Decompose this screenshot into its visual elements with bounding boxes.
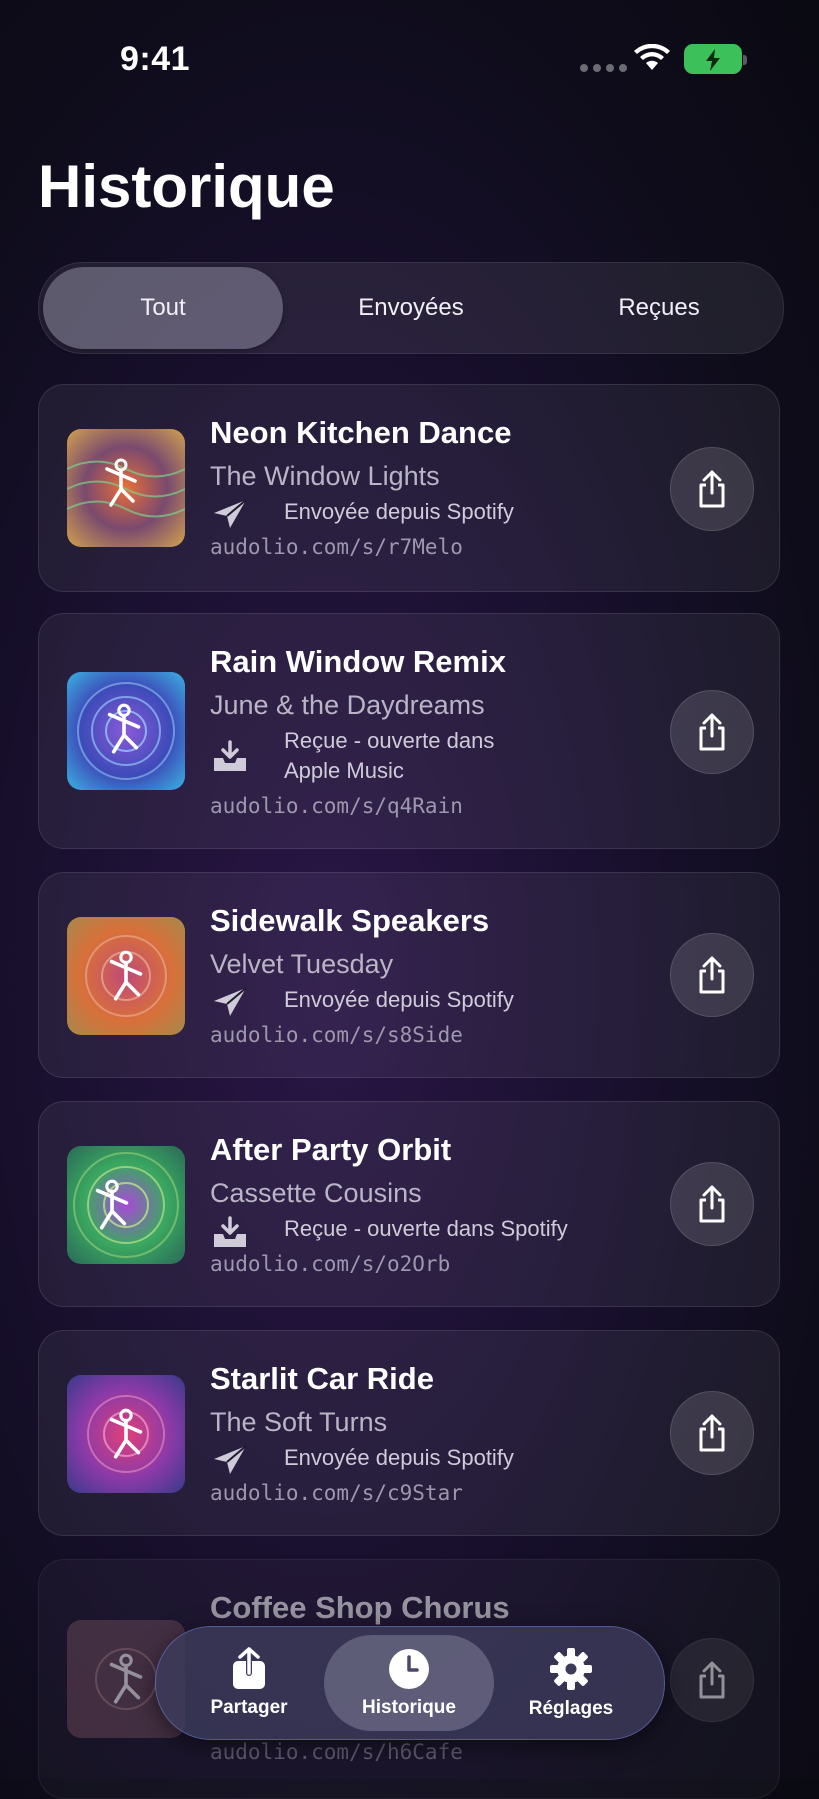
- share-icon: [694, 712, 730, 752]
- song-title: Neon Kitchen Dance: [210, 415, 512, 450]
- song-title: Coffee Shop Chorus: [210, 1590, 510, 1625]
- paper-plane-icon: [210, 497, 250, 531]
- page-title: Historique: [38, 153, 335, 220]
- album-art: [67, 429, 185, 547]
- artist-name: The Soft Turns: [210, 1407, 388, 1437]
- share-icon: [694, 1184, 730, 1224]
- tab-label: Réglages: [528, 1698, 614, 1719]
- list-item[interactable]: After Party Orbit Cassette Cousins Reçue…: [38, 1101, 780, 1307]
- share-link[interactable]: audolio.com/s/s8Side: [210, 1023, 463, 1047]
- share-icon: [694, 469, 730, 509]
- share-icon: [233, 1647, 265, 1689]
- tab-bar: Partager Historique Réglages: [155, 1626, 665, 1740]
- artist-name: June & the Daydreams: [210, 690, 485, 720]
- share-link[interactable]: audolio.com/s/r7Melo: [210, 535, 463, 559]
- share-icon: [694, 955, 730, 995]
- inbox-download-icon: [210, 1216, 250, 1250]
- song-title: After Party Orbit: [210, 1132, 452, 1167]
- album-art: [67, 917, 185, 1035]
- segment-received[interactable]: Reçues: [539, 267, 779, 349]
- share-link[interactable]: audolio.com/s/h6Cafe: [210, 1740, 463, 1764]
- clock-icon: [389, 1649, 429, 1689]
- artist-name: Velvet Tuesday: [210, 949, 394, 979]
- song-title: Sidewalk Speakers: [210, 903, 490, 938]
- share-button[interactable]: [670, 933, 754, 1017]
- artist-name: The Window Lights: [210, 461, 440, 491]
- status-time: 9:41: [120, 40, 191, 78]
- list-item[interactable]: Neon Kitchen Dance The Window Lights Env…: [38, 384, 780, 592]
- battery-icon: [684, 44, 747, 74]
- share-status: Envoyée depuis Spotify: [284, 499, 514, 524]
- share-status: Envoyée depuis Spotify: [284, 987, 514, 1012]
- inbox-download-icon: [210, 740, 250, 774]
- share-icon: [694, 1660, 730, 1700]
- gear-icon: [550, 1648, 592, 1690]
- share-button[interactable]: [670, 1162, 754, 1246]
- list-item[interactable]: Starlit Car Ride The Soft Turns Envoyée …: [38, 1330, 780, 1536]
- list-item[interactable]: Sidewalk Speakers Velvet Tuesday Envoyée…: [38, 872, 780, 1078]
- wifi-icon: [634, 44, 670, 70]
- share-status: Reçue - ouverte dans Apple Music: [284, 726, 494, 786]
- album-art: [67, 1146, 185, 1264]
- tab-label: Partager: [210, 1697, 288, 1718]
- artist-name: Cassette Cousins: [210, 1178, 422, 1208]
- cellular-signal-icon: [580, 64, 627, 72]
- share-icon: [694, 1413, 730, 1453]
- tab-history[interactable]: Historique: [324, 1635, 494, 1731]
- share-link[interactable]: audolio.com/s/o2Orb: [210, 1252, 450, 1276]
- share-button[interactable]: [670, 690, 754, 774]
- list-item[interactable]: Rain Window Remix June & the Daydreams R…: [38, 613, 780, 849]
- share-button[interactable]: [670, 1391, 754, 1475]
- segment-sent[interactable]: Envoyées: [291, 267, 531, 349]
- filter-segmented-control: Tout Envoyées Reçues: [38, 262, 784, 354]
- paper-plane-icon: [210, 985, 250, 1019]
- song-title: Rain Window Remix: [210, 644, 506, 679]
- share-status-line: Apple Music: [284, 758, 404, 783]
- share-status-line: Reçue - ouverte dans: [284, 728, 495, 753]
- share-button[interactable]: [670, 447, 754, 531]
- album-art: [67, 1375, 185, 1493]
- share-status: Envoyée depuis Spotify: [284, 1445, 514, 1470]
- tab-share[interactable]: Partager: [164, 1635, 334, 1731]
- paper-plane-icon: [210, 1443, 250, 1477]
- segment-all[interactable]: Tout: [43, 267, 283, 349]
- song-title: Starlit Car Ride: [210, 1361, 434, 1396]
- share-link[interactable]: audolio.com/s/c9Star: [210, 1481, 463, 1505]
- tab-settings[interactable]: Réglages: [486, 1635, 656, 1731]
- share-link[interactable]: audolio.com/s/q4Rain: [210, 794, 463, 818]
- tab-label: Historique: [362, 1697, 456, 1718]
- status-bar: 9:41: [0, 0, 819, 120]
- share-button[interactable]: [670, 1638, 754, 1722]
- album-art: [67, 672, 185, 790]
- share-status: Reçue - ouverte dans Spotify: [284, 1216, 568, 1241]
